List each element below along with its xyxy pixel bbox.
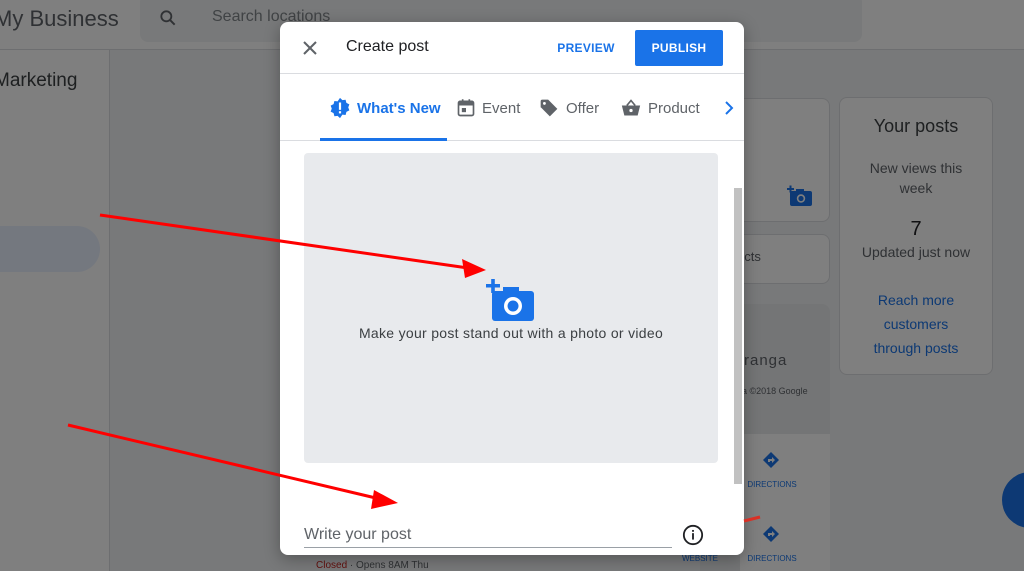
tab-label: Product <box>648 99 700 117</box>
tab-label: What's New <box>357 99 441 117</box>
scrollbar[interactable] <box>734 188 742 484</box>
active-tab-indicator <box>320 138 447 141</box>
tag-icon <box>540 99 558 117</box>
alert-badge-icon <box>330 97 350 119</box>
info-icon[interactable] <box>682 524 704 546</box>
tab-label: Offer <box>566 99 600 117</box>
tab-label: Event <box>482 99 521 117</box>
upload-hint: Make your post stand out with a photo or… <box>358 325 664 341</box>
post-type-tabs: What's New Event Offer Product <box>280 75 744 141</box>
close-icon[interactable] <box>298 36 322 60</box>
create-post-dialog: Create post PREVIEW PUBLISH What's New E… <box>280 22 744 555</box>
preview-button[interactable]: PREVIEW <box>550 32 622 64</box>
chevron-right-icon[interactable] <box>720 99 738 117</box>
dialog-title: Create post <box>346 38 429 55</box>
tab-event[interactable]: Event <box>456 95 520 121</box>
post-text-input[interactable] <box>304 522 672 548</box>
dialog-header: Create post PREVIEW PUBLISH <box>280 22 744 74</box>
media-upload-area[interactable]: Make your post stand out with a photo or… <box>304 153 718 463</box>
add-photo-icon <box>486 279 534 321</box>
publish-button[interactable]: PUBLISH <box>635 30 723 66</box>
tab-offer[interactable]: Offer <box>538 95 599 121</box>
post-editor: Make your post stand out with a photo or… <box>280 142 744 555</box>
tab-product[interactable]: Product <box>620 95 700 121</box>
tab-whats-new[interactable]: What's New <box>329 95 441 121</box>
basket-icon <box>621 99 641 116</box>
calendar-icon <box>457 99 475 117</box>
